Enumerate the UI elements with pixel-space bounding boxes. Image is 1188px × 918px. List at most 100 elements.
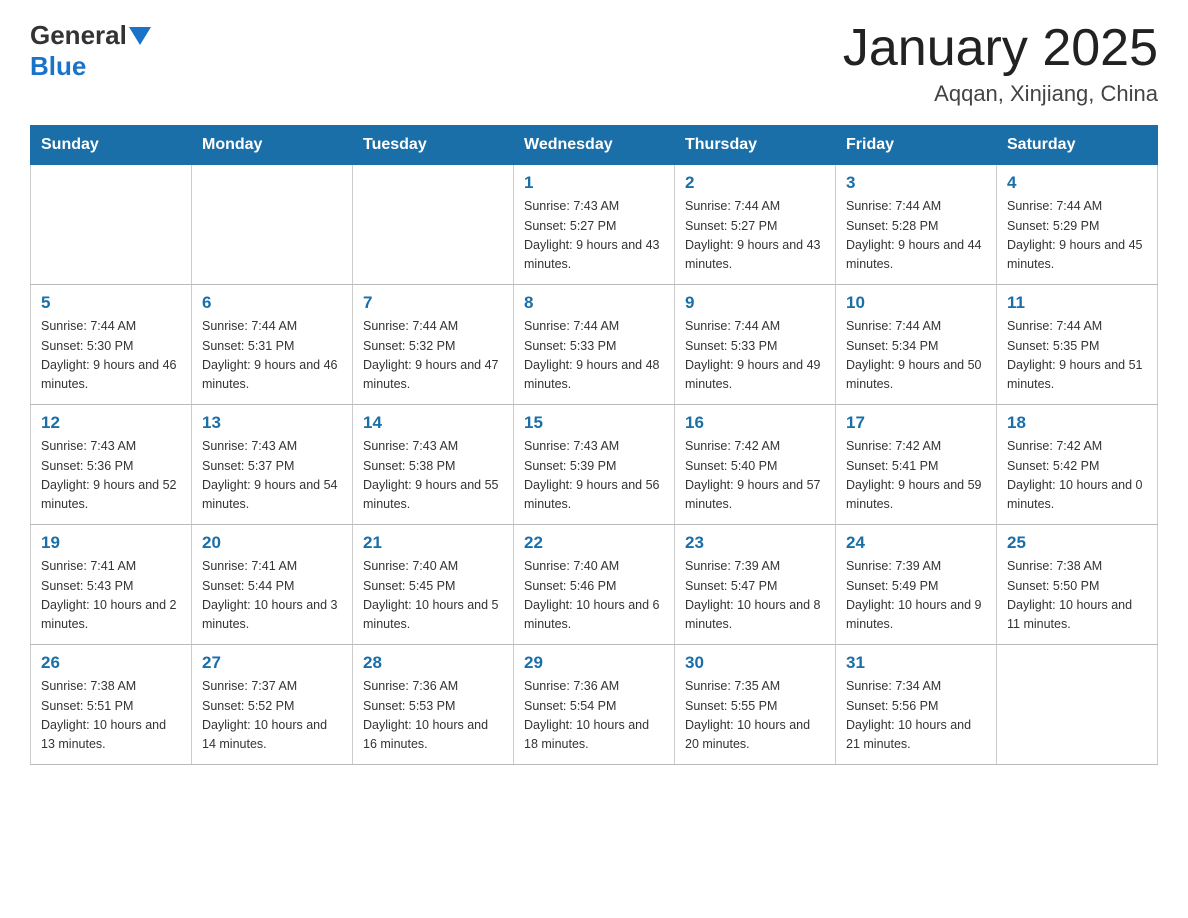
day-number: 21 (363, 533, 503, 553)
day-number: 8 (524, 293, 664, 313)
calendar-cell: 2 Sunrise: 7:44 AM Sunset: 5:27 PM Daylig… (675, 165, 836, 285)
day-info: Sunrise: 7:44 AM Sunset: 5:31 PM Dayligh… (202, 317, 342, 395)
logo: General Blue (30, 20, 151, 82)
weekday-header-sunday: Sunday (31, 126, 192, 165)
day-number: 10 (846, 293, 986, 313)
calendar-cell: 21 Sunrise: 7:40 AM Sunset: 5:45 PM Dayli… (353, 525, 514, 645)
day-number: 6 (202, 293, 342, 313)
day-info: Sunrise: 7:44 AM Sunset: 5:33 PM Dayligh… (524, 317, 664, 395)
weekday-header-monday: Monday (192, 126, 353, 165)
day-info: Sunrise: 7:34 AM Sunset: 5:56 PM Dayligh… (846, 677, 986, 755)
day-info: Sunrise: 7:38 AM Sunset: 5:51 PM Dayligh… (41, 677, 181, 755)
day-number: 23 (685, 533, 825, 553)
day-info: Sunrise: 7:44 AM Sunset: 5:28 PM Dayligh… (846, 197, 986, 275)
day-number: 9 (685, 293, 825, 313)
day-number: 18 (1007, 413, 1147, 433)
day-info: Sunrise: 7:40 AM Sunset: 5:45 PM Dayligh… (363, 557, 503, 635)
calendar-cell: 22 Sunrise: 7:40 AM Sunset: 5:46 PM Dayli… (514, 525, 675, 645)
day-info: Sunrise: 7:43 AM Sunset: 5:38 PM Dayligh… (363, 437, 503, 515)
day-info: Sunrise: 7:36 AM Sunset: 5:54 PM Dayligh… (524, 677, 664, 755)
calendar-cell: 7Sunrise: 7:44 AM Sunset: 5:32 PM Daylig… (353, 285, 514, 405)
day-info: Sunrise: 7:44 AM Sunset: 5:30 PM Dayligh… (41, 317, 181, 395)
day-info: Sunrise: 7:41 AM Sunset: 5:44 PM Dayligh… (202, 557, 342, 635)
day-info: Sunrise: 7:39 AM Sunset: 5:47 PM Dayligh… (685, 557, 825, 635)
calendar-cell: 17 Sunrise: 7:42 AM Sunset: 5:41 PM Dayli… (836, 405, 997, 525)
calendar-cell: 24Sunrise: 7:39 AM Sunset: 5:49 PM Dayli… (836, 525, 997, 645)
day-number: 12 (41, 413, 181, 433)
day-number: 28 (363, 653, 503, 673)
day-info: Sunrise: 7:44 AM Sunset: 5:27 PM Dayligh… (685, 197, 825, 275)
calendar-cell: 3 Sunrise: 7:44 AM Sunset: 5:28 PM Daylig… (836, 165, 997, 285)
logo-blue-text: Blue (30, 51, 86, 81)
day-info: Sunrise: 7:35 AM Sunset: 5:55 PM Dayligh… (685, 677, 825, 755)
day-number: 29 (524, 653, 664, 673)
day-info: Sunrise: 7:42 AM Sunset: 5:41 PM Dayligh… (846, 437, 986, 515)
day-number: 22 (524, 533, 664, 553)
page-header: General Blue January 2025 Aqqan, Xinjian… (30, 20, 1158, 107)
day-number: 16 (685, 413, 825, 433)
logo-arrow-icon (129, 27, 151, 45)
calendar-cell: 14 Sunrise: 7:43 AM Sunset: 5:38 PM Dayli… (353, 405, 514, 525)
day-number: 14 (363, 413, 503, 433)
calendar-cell: 13 Sunrise: 7:43 AM Sunset: 5:37 PM Dayli… (192, 405, 353, 525)
calendar-cell: 18Sunrise: 7:42 AM Sunset: 5:42 PM Dayli… (997, 405, 1158, 525)
day-info: Sunrise: 7:37 AM Sunset: 5:52 PM Dayligh… (202, 677, 342, 755)
day-number: 4 (1007, 173, 1147, 193)
calendar-cell (997, 645, 1158, 765)
calendar-cell: 9 Sunrise: 7:44 AM Sunset: 5:33 PM Daylig… (675, 285, 836, 405)
day-number: 26 (41, 653, 181, 673)
day-number: 20 (202, 533, 342, 553)
calendar-cell: 29 Sunrise: 7:36 AM Sunset: 5:54 PM Dayli… (514, 645, 675, 765)
day-info: Sunrise: 7:43 AM Sunset: 5:27 PM Dayligh… (524, 197, 664, 275)
calendar-cell: 19 Sunrise: 7:41 AM Sunset: 5:43 PM Dayli… (31, 525, 192, 645)
calendar-cell: 27Sunrise: 7:37 AM Sunset: 5:52 PM Dayli… (192, 645, 353, 765)
day-info: Sunrise: 7:40 AM Sunset: 5:46 PM Dayligh… (524, 557, 664, 635)
calendar-week-row: 5 Sunrise: 7:44 AM Sunset: 5:30 PM Daylig… (31, 285, 1158, 405)
day-info: Sunrise: 7:44 AM Sunset: 5:35 PM Dayligh… (1007, 317, 1147, 395)
calendar-subtitle: Aqqan, Xinjiang, China (843, 81, 1158, 107)
calendar-cell: 31 Sunrise: 7:34 AM Sunset: 5:56 PM Dayli… (836, 645, 997, 765)
day-info: Sunrise: 7:44 AM Sunset: 5:34 PM Dayligh… (846, 317, 986, 395)
calendar-cell: 5 Sunrise: 7:44 AM Sunset: 5:30 PM Daylig… (31, 285, 192, 405)
weekday-header-friday: Friday (836, 126, 997, 165)
calendar-cell: 11Sunrise: 7:44 AM Sunset: 5:35 PM Dayli… (997, 285, 1158, 405)
calendar-week-row: 26 Sunrise: 7:38 AM Sunset: 5:51 PM Dayli… (31, 645, 1158, 765)
weekday-header-thursday: Thursday (675, 126, 836, 165)
calendar-cell: 26 Sunrise: 7:38 AM Sunset: 5:51 PM Dayli… (31, 645, 192, 765)
title-section: January 2025 Aqqan, Xinjiang, China (843, 20, 1158, 107)
calendar-cell (192, 165, 353, 285)
calendar-cell: 15Sunrise: 7:43 AM Sunset: 5:39 PM Dayli… (514, 405, 675, 525)
day-info: Sunrise: 7:44 AM Sunset: 5:33 PM Dayligh… (685, 317, 825, 395)
day-number: 2 (685, 173, 825, 193)
day-info: Sunrise: 7:43 AM Sunset: 5:37 PM Dayligh… (202, 437, 342, 515)
logo-general-text: General (30, 20, 127, 51)
calendar-cell: 23 Sunrise: 7:39 AM Sunset: 5:47 PM Dayli… (675, 525, 836, 645)
weekday-header-wednesday: Wednesday (514, 126, 675, 165)
day-info: Sunrise: 7:39 AM Sunset: 5:49 PM Dayligh… (846, 557, 986, 635)
day-number: 25 (1007, 533, 1147, 553)
day-number: 5 (41, 293, 181, 313)
calendar-cell: 10 Sunrise: 7:44 AM Sunset: 5:34 PM Dayli… (836, 285, 997, 405)
day-number: 19 (41, 533, 181, 553)
day-number: 1 (524, 173, 664, 193)
calendar-week-row: 19 Sunrise: 7:41 AM Sunset: 5:43 PM Dayli… (31, 525, 1158, 645)
day-info: Sunrise: 7:38 AM Sunset: 5:50 PM Dayligh… (1007, 557, 1147, 635)
calendar-week-row: 1 Sunrise: 7:43 AM Sunset: 5:27 PM Daylig… (31, 165, 1158, 285)
day-info: Sunrise: 7:44 AM Sunset: 5:29 PM Dayligh… (1007, 197, 1147, 275)
day-info: Sunrise: 7:41 AM Sunset: 5:43 PM Dayligh… (41, 557, 181, 635)
day-number: 7 (363, 293, 503, 313)
day-number: 13 (202, 413, 342, 433)
day-info: Sunrise: 7:36 AM Sunset: 5:53 PM Dayligh… (363, 677, 503, 755)
day-number: 17 (846, 413, 986, 433)
day-number: 15 (524, 413, 664, 433)
day-info: Sunrise: 7:43 AM Sunset: 5:36 PM Dayligh… (41, 437, 181, 515)
calendar-cell (353, 165, 514, 285)
weekday-header-saturday: Saturday (997, 126, 1158, 165)
day-number: 31 (846, 653, 986, 673)
day-number: 3 (846, 173, 986, 193)
calendar-cell: 20 Sunrise: 7:41 AM Sunset: 5:44 PM Dayli… (192, 525, 353, 645)
calendar-cell: 12 Sunrise: 7:43 AM Sunset: 5:36 PM Dayli… (31, 405, 192, 525)
calendar-cell: 16Sunrise: 7:42 AM Sunset: 5:40 PM Dayli… (675, 405, 836, 525)
calendar-cell: 6 Sunrise: 7:44 AM Sunset: 5:31 PM Daylig… (192, 285, 353, 405)
calendar-cell: 28 Sunrise: 7:36 AM Sunset: 5:53 PM Dayli… (353, 645, 514, 765)
